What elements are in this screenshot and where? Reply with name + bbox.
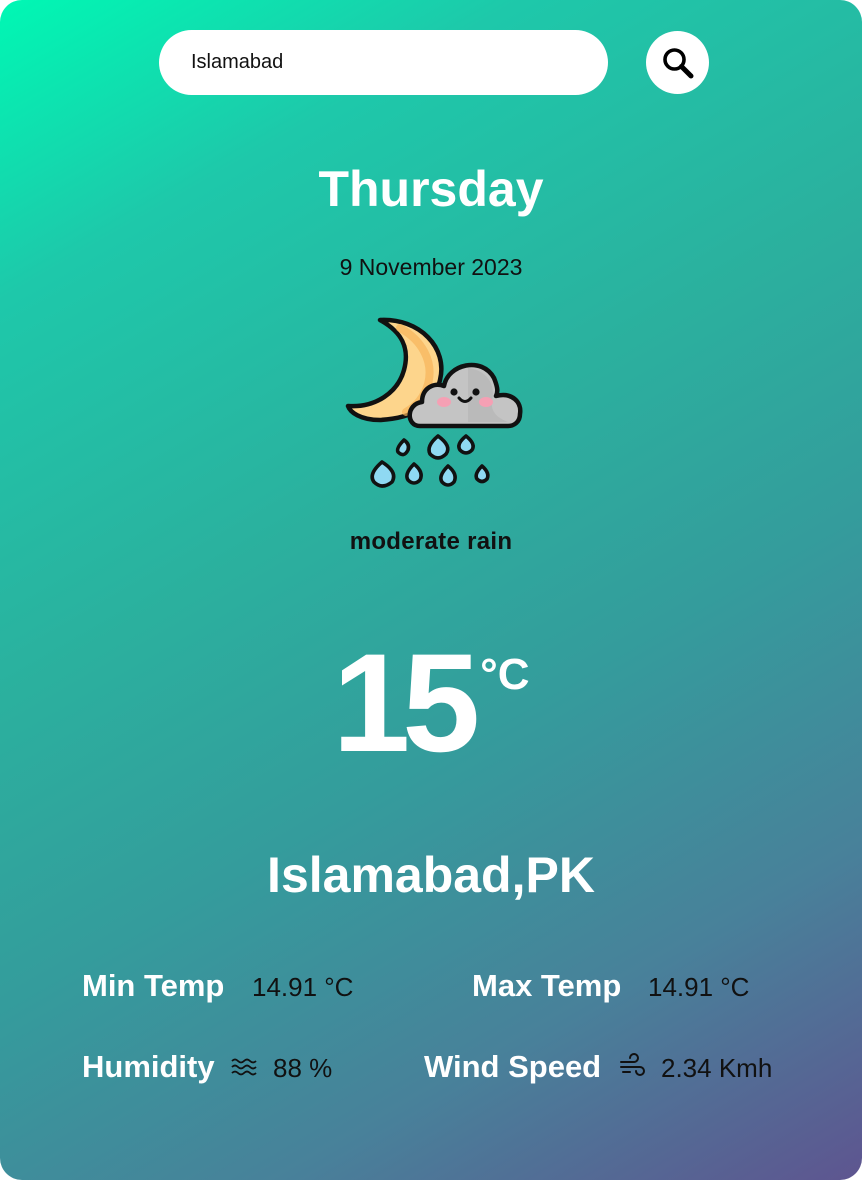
max-temp-value: 14.91 °C: [648, 972, 750, 1002]
day-of-week: Thursday: [318, 161, 544, 217]
search-icon: [662, 47, 693, 78]
temperature-display: 15 °C: [0, 628, 862, 778]
humidity-waves-icon: [231, 1058, 257, 1076]
search-button[interactable]: [646, 31, 709, 94]
temperature-unit: °C: [480, 650, 530, 699]
search-input[interactable]: [159, 30, 608, 95]
humidity-label: Humidity: [82, 1049, 215, 1084]
wind-speed-value: 2.34 Kmh: [661, 1053, 773, 1083]
weather-description: moderate rain: [349, 528, 513, 555]
wind-icon: [620, 1053, 645, 1076]
current-date: 9 November 2023: [339, 254, 523, 280]
temperature-value: 15: [332, 624, 480, 781]
city-name: Islamabad,PK: [267, 847, 595, 903]
weather-card: Thursday 9 November 2023 moderate rain 1…: [0, 0, 862, 1180]
max-temp-label: Max Temp: [472, 968, 622, 1003]
moon-cloud-rain-icon: [345, 317, 523, 488]
humidity-value: 88 %: [273, 1053, 333, 1083]
min-temp-label: Min Temp: [82, 968, 225, 1003]
min-temp-value: 14.91 °C: [252, 972, 354, 1002]
wind-speed-label: Wind Speed: [424, 1049, 602, 1084]
